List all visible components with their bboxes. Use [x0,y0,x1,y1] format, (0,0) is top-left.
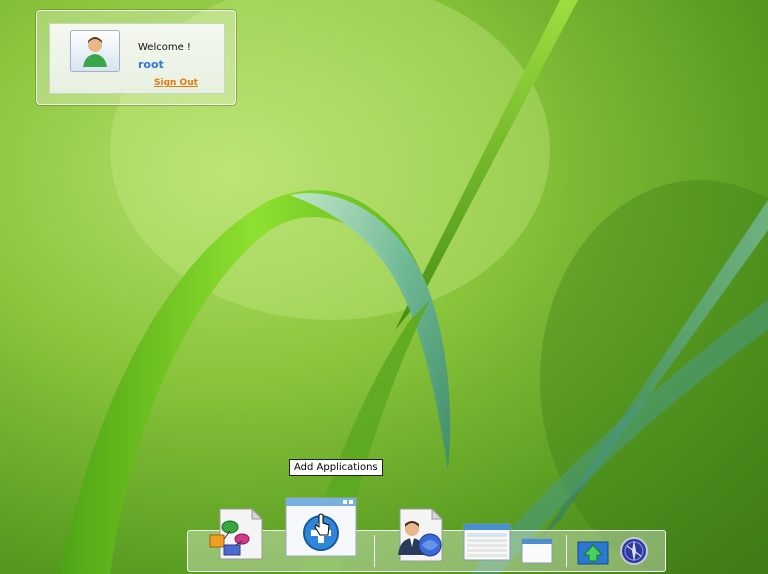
user-avatar-icon [70,30,120,72]
welcome-widget: Welcome ! root Sign Out [36,10,236,105]
dock-bar [187,497,666,572]
username-label: root [138,58,164,71]
dock-separator [566,535,567,567]
welcome-label: Welcome ! [138,42,191,53]
add-applications-icon[interactable] [285,497,357,557]
globe-icon[interactable] [619,536,649,566]
up-arrow-icon[interactable] [577,541,609,565]
list-window-icon[interactable] [463,523,511,561]
blank-window-icon[interactable] [521,538,553,564]
welcome-panel: Welcome ! root Sign Out [49,23,225,94]
network-shapes-icon[interactable] [206,505,264,561]
dock-separator [374,535,375,567]
add-applications-tooltip: Add Applications [289,459,383,476]
user-profile-icon[interactable] [394,507,446,563]
sign-out-link[interactable]: Sign Out [154,78,198,88]
desktop: Welcome ! root Sign Out Add Applications [0,0,768,574]
